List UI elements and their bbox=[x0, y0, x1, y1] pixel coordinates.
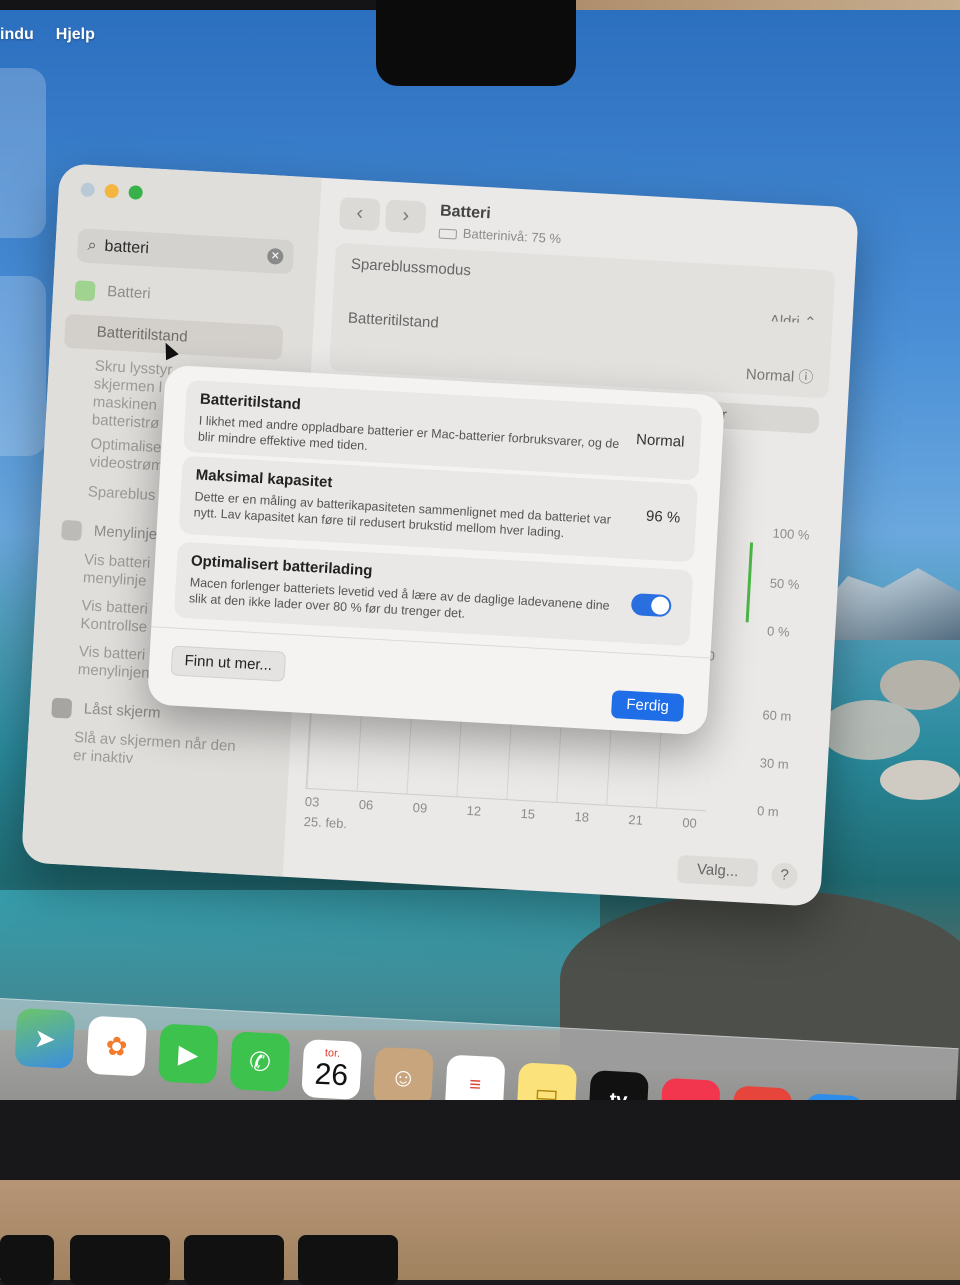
photos-icon[interactable]: ✿ bbox=[86, 1015, 148, 1077]
sidebar-result[interactable]: Spareblus bbox=[87, 483, 155, 505]
zoom-button[interactable] bbox=[128, 185, 144, 200]
lock-icon bbox=[51, 697, 73, 719]
menubar-icon bbox=[61, 519, 83, 541]
sidebar-item-label: Batteri bbox=[106, 283, 152, 303]
battery-level: Batterinivå: 75 % bbox=[438, 224, 561, 246]
optimized-charging-toggle[interactable] bbox=[630, 593, 672, 618]
facetime-icon[interactable]: ▶ bbox=[157, 1023, 219, 1085]
keyboard-key bbox=[0, 1235, 54, 1285]
wallpaper-rock bbox=[820, 700, 920, 760]
sidebar-result[interactable]: Vis batteri Kontrollse bbox=[80, 597, 162, 637]
contacts-icon[interactable]: ☺ bbox=[372, 1046, 434, 1108]
window-controls bbox=[80, 182, 144, 200]
keyboard-key bbox=[298, 1235, 398, 1285]
axis-label: 06 bbox=[358, 796, 374, 813]
sidebar-item-label: Låst skjerm bbox=[83, 700, 161, 722]
menu-window[interactable]: indu bbox=[0, 26, 34, 56]
battery-health-sheet: Batteritilstand I likhet med andre oppla… bbox=[146, 364, 726, 736]
battery-icon bbox=[74, 280, 96, 302]
battery-level-bar bbox=[745, 542, 754, 623]
desktop-widget[interactable] bbox=[0, 276, 46, 456]
phone-icon[interactable]: ✆ bbox=[229, 1031, 291, 1093]
sidebar-item-label: Menylinje bbox=[93, 522, 158, 544]
maps-icon[interactable]: ➤ bbox=[14, 1007, 76, 1069]
wallpaper-mountains bbox=[820, 568, 960, 640]
axis-label: 09 bbox=[412, 799, 428, 816]
desktop-widget[interactable] bbox=[0, 68, 46, 238]
keyboard-key bbox=[184, 1235, 284, 1285]
menubar: indu Hjelp bbox=[0, 26, 95, 56]
battery-health-value: Normal bbox=[635, 431, 685, 451]
camera-notch bbox=[376, 0, 576, 86]
toggle-knob bbox=[650, 596, 670, 616]
nav-buttons: ‹ › bbox=[338, 196, 427, 234]
sidebar-result[interactable]: Vis batteri i menylinje bbox=[83, 551, 165, 591]
axis-label: 0 m bbox=[756, 803, 780, 820]
sidebar-result[interactable]: Optimalise videostrøm bbox=[89, 435, 171, 475]
axis-label: 60 m bbox=[762, 707, 792, 724]
sidebar-item-menylinje[interactable]: Menylinje bbox=[61, 519, 158, 545]
axis-label: 15 bbox=[520, 805, 536, 822]
minimize-button[interactable] bbox=[104, 183, 120, 199]
battery-icon bbox=[438, 228, 458, 240]
back-button[interactable]: ‹ bbox=[338, 196, 381, 232]
done-button[interactable]: Ferdig bbox=[610, 690, 685, 723]
menu-help[interactable]: Hjelp bbox=[56, 26, 95, 56]
page-title: Batteri bbox=[439, 202, 492, 223]
axis-label: 03 bbox=[304, 793, 320, 810]
axis-label: 100 % bbox=[772, 525, 810, 543]
axis-date: 25. feb. bbox=[303, 813, 348, 832]
sidebar-item-batteri[interactable]: Batteri bbox=[74, 280, 152, 304]
keyboard-key bbox=[70, 1235, 170, 1285]
calendar-icon[interactable]: tor. 26 bbox=[301, 1038, 363, 1100]
axis-label: 00 bbox=[681, 814, 698, 831]
clear-search-icon[interactable]: ✕ bbox=[266, 247, 284, 265]
max-capacity-value: 96 % bbox=[645, 507, 681, 527]
help-button[interactable]: ? bbox=[770, 862, 799, 890]
axis-label: 18 bbox=[574, 808, 590, 825]
batteritilstand-value: Normal ⓘ bbox=[745, 365, 814, 387]
axis-label: 21 bbox=[627, 811, 644, 828]
sidebar-item-laast-skjerm[interactable]: Låst skjerm bbox=[51, 697, 161, 724]
learn-more-button[interactable]: Finn ut mer... bbox=[170, 645, 287, 682]
sidebar-result[interactable]: Slå av skjermen når den er inaktiv bbox=[73, 729, 245, 774]
sidebar-result[interactable]: Vis batteri i menylinjen bbox=[77, 643, 159, 683]
search-field[interactable]: ⌕ batteri ✕ bbox=[76, 228, 295, 275]
laptop-chin bbox=[0, 1100, 960, 1190]
options-button[interactable]: Valg... bbox=[676, 854, 759, 888]
close-button[interactable] bbox=[80, 182, 96, 198]
search-input[interactable]: batteri bbox=[104, 238, 149, 258]
search-icon: ⌕ bbox=[87, 236, 98, 255]
forward-button[interactable]: › bbox=[384, 199, 427, 234]
axis-label: 12 bbox=[466, 802, 482, 819]
axis-label: 50 % bbox=[769, 575, 800, 593]
wallpaper-rock bbox=[880, 760, 960, 800]
axis-label: 0 % bbox=[766, 623, 790, 640]
axis-label: 30 m bbox=[759, 755, 790, 772]
